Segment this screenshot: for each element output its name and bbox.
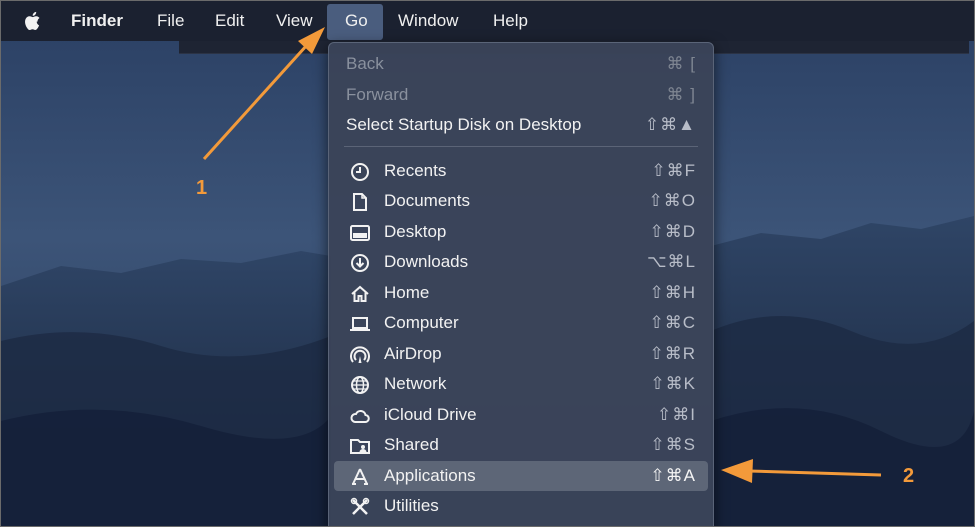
annotation-number-1: 1 xyxy=(196,177,208,199)
annotation-arrows xyxy=(202,27,882,483)
arrow-step-1 xyxy=(202,27,325,161)
screenshot-frame: Finder File Edit View Go Window Help Bac… xyxy=(0,0,975,527)
annotation-number-2: 2 xyxy=(903,465,915,487)
arrow-step-2 xyxy=(721,459,882,483)
